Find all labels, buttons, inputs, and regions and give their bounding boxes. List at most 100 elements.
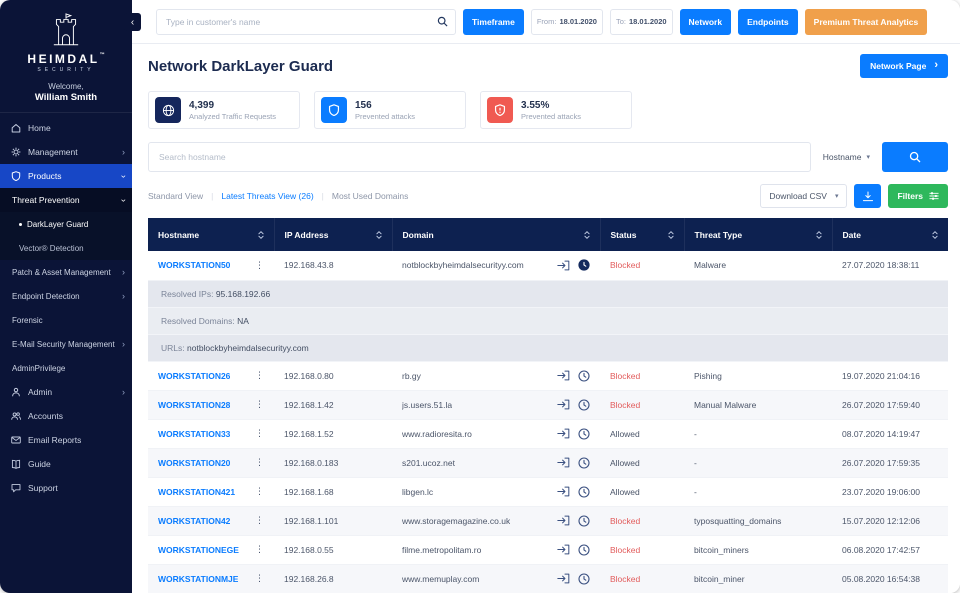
history-icon[interactable] [578, 428, 590, 440]
row-menu-icon[interactable]: ⋮ [255, 370, 264, 381]
table-row[interactable]: WORKSTATIONMJE⋮ 192.168.26.8 www.memupla… [148, 564, 948, 593]
row-menu-icon[interactable]: ⋮ [255, 399, 264, 410]
column-select[interactable]: Hostname▾ [811, 152, 882, 162]
hostname-link[interactable]: WORKSTATION20 [158, 458, 230, 468]
tab-standard-view[interactable]: Standard View [148, 191, 203, 201]
sort-icon[interactable] [816, 230, 822, 240]
row-menu-icon[interactable]: ⋮ [255, 515, 264, 526]
table-row[interactable]: WORKSTATION20⋮ 192.168.0.183 s201.ucoz.n… [148, 448, 948, 477]
table-container: Hostname IP Address Domain Status Threat… [148, 218, 948, 593]
table-row[interactable]: WORKSTATION42⋮ 192.168.1.101 www.storage… [148, 506, 948, 535]
row-menu-icon[interactable]: ⋮ [255, 428, 264, 439]
row-menu-icon[interactable]: ⋮ [255, 573, 264, 584]
date-to-field[interactable]: To:18.01.2020 [610, 9, 673, 35]
customer-search-input[interactable] [156, 9, 456, 35]
tab-most-used-domains[interactable]: Most Used Domains [332, 191, 409, 201]
sidebar-collapse-button[interactable]: ‹ [124, 13, 141, 31]
table-actions: Download CSV▾ Filters [760, 184, 948, 208]
history-icon[interactable] [578, 259, 590, 271]
sidebar-item-darklayer-guard[interactable]: DarkLayer Guard [0, 212, 132, 236]
search-icon [437, 16, 448, 27]
hostname-link[interactable]: WORKSTATION421 [158, 487, 235, 497]
row-menu-icon[interactable]: ⋮ [255, 544, 264, 555]
sidebar-item-endpoint-detection[interactable]: Endpoint Detection› [0, 284, 132, 308]
sort-icon[interactable] [932, 230, 938, 240]
table-row[interactable]: WORKSTATION28⋮ 192.168.1.42 js.users.51.… [148, 390, 948, 419]
sidebar-item-forensic[interactable]: Forensic [0, 308, 132, 332]
history-icon[interactable] [578, 515, 590, 527]
forward-icon[interactable] [557, 486, 570, 497]
row-menu-icon[interactable]: ⋮ [255, 486, 264, 497]
forward-icon[interactable] [557, 515, 570, 526]
tab-latest-threats-view[interactable]: Latest Threats View (26) [221, 191, 313, 201]
sidebar-item-patch-asset-management[interactable]: Patch & Asset Management› [0, 260, 132, 284]
hostname-link[interactable]: WORKSTATION42 [158, 516, 230, 526]
history-icon[interactable] [578, 544, 590, 556]
history-icon[interactable] [578, 486, 590, 498]
sidebar-item-adminprivilege[interactable]: AdminPrivilege [0, 356, 132, 380]
network-button[interactable]: Network [680, 9, 732, 35]
forward-icon[interactable] [557, 260, 570, 271]
hostname-link[interactable]: WORKSTATION26 [158, 371, 230, 381]
hostname-link[interactable]: WORKSTATIONEGE [158, 545, 239, 555]
forward-icon[interactable] [557, 399, 570, 410]
history-icon[interactable] [578, 399, 590, 411]
sort-icon[interactable] [668, 230, 674, 240]
shield-alert-icon [487, 97, 513, 123]
table-row[interactable]: WORKSTATION421⋮ 192.168.1.68 libgen.lc A… [148, 477, 948, 506]
endpoints-button[interactable]: Endpoints [738, 9, 798, 35]
download-button[interactable] [854, 184, 881, 208]
stat-label: Prevented attacks [521, 112, 581, 121]
column-header-threat-type[interactable]: Threat Type [684, 218, 832, 251]
hostname-link[interactable]: WORKSTATION50 [158, 260, 230, 270]
forward-icon[interactable] [557, 370, 570, 381]
premium-threat-analytics-button[interactable]: Premium Threat Analytics [805, 9, 928, 35]
forward-icon[interactable] [557, 428, 570, 439]
date-from-field[interactable]: From:18.01.2020 [531, 9, 603, 35]
column-header-date[interactable]: Date [832, 218, 948, 251]
row-menu-icon[interactable]: ⋮ [255, 457, 264, 468]
table-row[interactable]: WORKSTATION26⋮ 192.168.0.80 rb.gy Blocke… [148, 361, 948, 390]
sort-icon[interactable] [258, 230, 264, 240]
history-icon[interactable] [578, 457, 590, 469]
sidebar-item-management[interactable]: Management› [0, 140, 132, 164]
column-header-ip-address[interactable]: IP Address [274, 218, 392, 251]
table-row[interactable]: WORKSTATION50⋮ 192.168.43.8 notblockbyhe… [148, 251, 948, 280]
hostname-link[interactable]: WORKSTATION33 [158, 429, 230, 439]
sidebar-item-label: Products [28, 171, 62, 181]
sidebar-item-accounts[interactable]: Accounts [0, 404, 132, 428]
sidebar-item-products[interactable]: Products› [0, 164, 132, 188]
forward-icon[interactable] [557, 544, 570, 555]
table-row[interactable]: WORKSTATION33⋮ 192.168.1.52 www.radiores… [148, 419, 948, 448]
sidebar-item-guide[interactable]: Guide [0, 452, 132, 476]
column-header-status[interactable]: Status [600, 218, 684, 251]
history-icon[interactable] [578, 370, 590, 382]
download-csv-select[interactable]: Download CSV▾ [760, 184, 847, 208]
table-row[interactable]: WORKSTATIONEGE⋮ 192.168.0.55 filme.metro… [148, 535, 948, 564]
sidebar-item-email-security-management[interactable]: E-Mail Security Management› [0, 332, 132, 356]
sidebar-item-home[interactable]: Home [0, 116, 132, 140]
sidebar-item-vector-detection[interactable]: Vector® Detection [0, 236, 132, 260]
sidebar-item-support[interactable]: Support [0, 476, 132, 500]
hostname-link[interactable]: WORKSTATIONMJE [158, 574, 238, 584]
sidebar-item-threat-prevention[interactable]: Threat Prevention› [0, 188, 132, 212]
hostname-link[interactable]: WORKSTATION28 [158, 400, 230, 410]
history-icon[interactable] [578, 573, 590, 585]
tab-separator: | [322, 191, 324, 201]
row-menu-icon[interactable]: ⋮ [255, 260, 264, 271]
column-header-domain[interactable]: Domain [392, 218, 600, 251]
column-header-hostname[interactable]: Hostname [148, 218, 274, 251]
sidebar-item-admin[interactable]: Admin› [0, 380, 132, 404]
filters-button[interactable]: Filters [888, 184, 948, 208]
shield-icon [321, 97, 347, 123]
sort-icon[interactable] [376, 230, 382, 240]
forward-icon[interactable] [557, 457, 570, 468]
forward-icon[interactable] [557, 573, 570, 584]
hostname-search-input[interactable] [148, 142, 811, 172]
sidebar-item-email-reports[interactable]: Email Reports [0, 428, 132, 452]
search-button[interactable] [882, 142, 948, 172]
timeframe-button[interactable]: Timeframe [463, 9, 524, 35]
sort-icon[interactable] [584, 230, 590, 240]
network-page-button[interactable]: Network Page› [860, 54, 948, 78]
view-tabs: Standard View | Latest Threats View (26)… [148, 191, 408, 201]
